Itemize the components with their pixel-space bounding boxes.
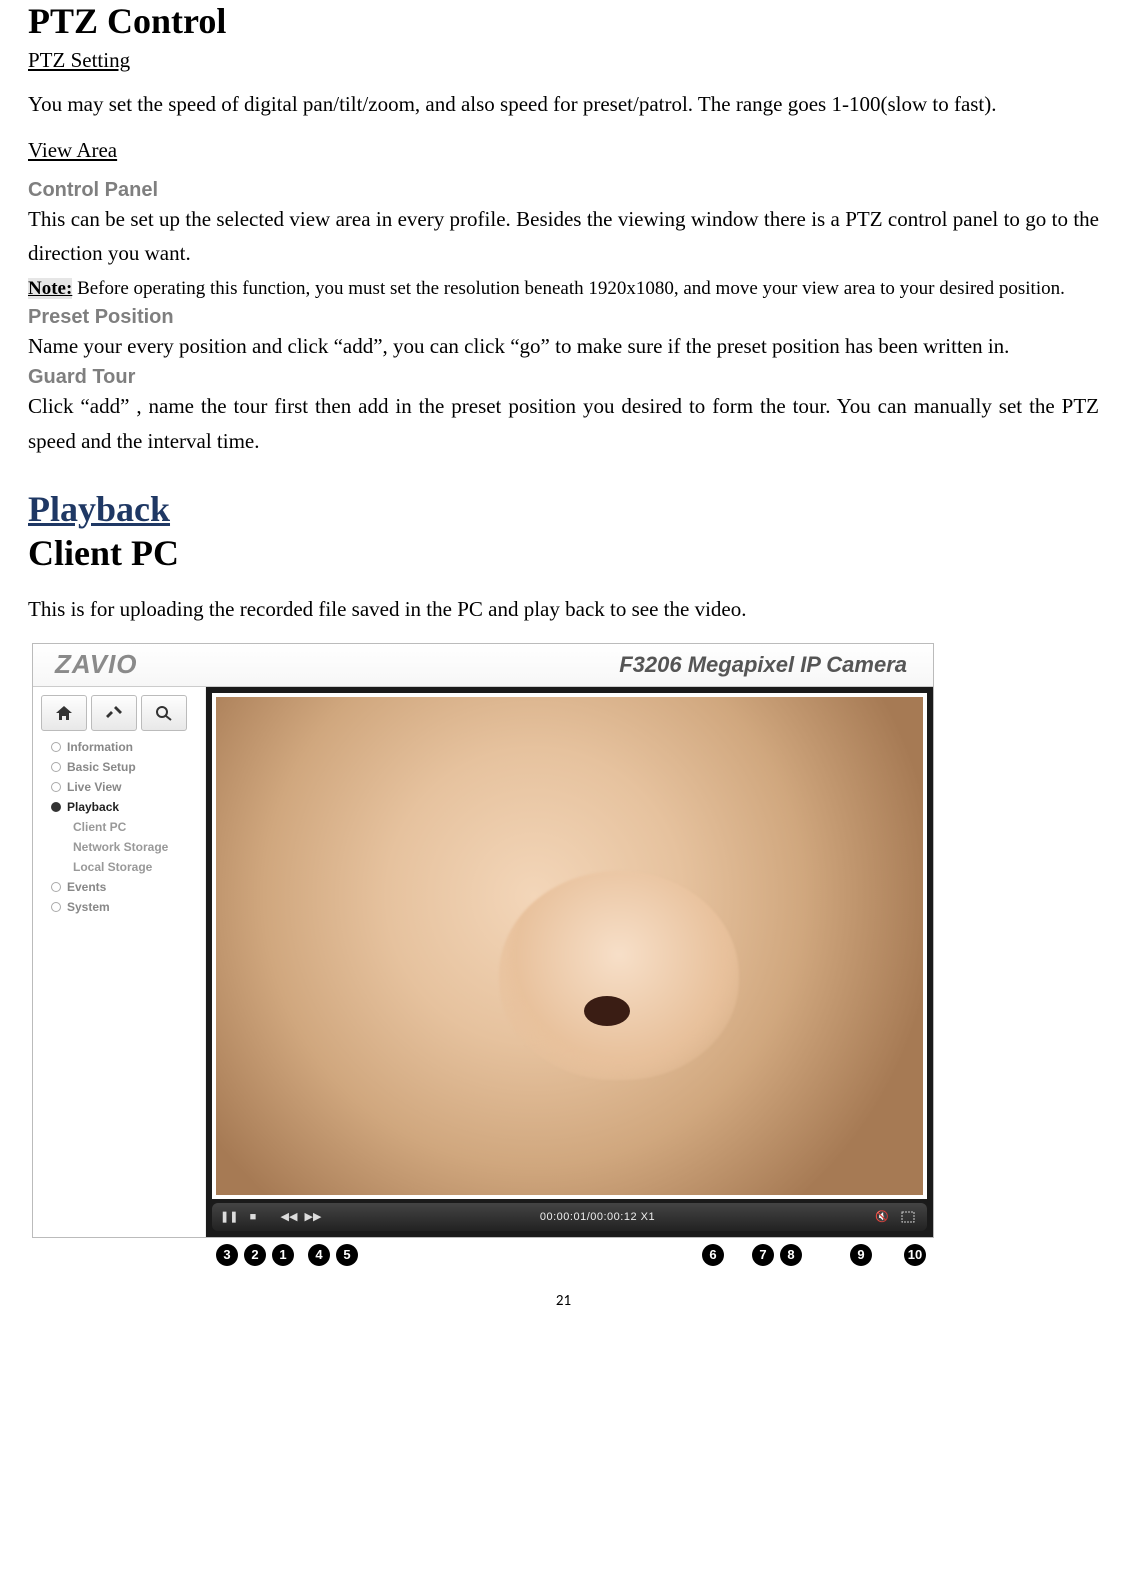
annotation-3: 3 bbox=[216, 1244, 238, 1266]
nav-system[interactable]: System bbox=[33, 897, 205, 917]
nav-label: System bbox=[67, 900, 110, 914]
stop-icon[interactable]: ■ bbox=[244, 1211, 262, 1223]
nav-playback[interactable]: Playback bbox=[33, 797, 205, 817]
figure-header: ZAVIO F3206 Megapixel IP Camera bbox=[33, 644, 933, 687]
nav-live-view[interactable]: Live View bbox=[33, 777, 205, 797]
heading-playback: Playback bbox=[28, 488, 1099, 530]
nav-network-storage[interactable]: Network Storage bbox=[33, 837, 205, 857]
nav-basic-setup[interactable]: Basic Setup bbox=[33, 757, 205, 777]
nav-information[interactable]: Information bbox=[33, 737, 205, 757]
rewind-icon[interactable]: ◀◀ bbox=[280, 1210, 298, 1223]
nav-label: Live View bbox=[67, 780, 121, 794]
nav-label: Playback bbox=[67, 800, 119, 814]
annotation-9: 9 bbox=[850, 1244, 872, 1266]
note-text: Before operating this function, you must… bbox=[72, 278, 1065, 299]
playback-time: 00:00:01/00:00:12 X1 bbox=[328, 1211, 867, 1223]
subheading-preset-position: Preset Position bbox=[28, 306, 1099, 329]
video-panel: ❚❚ ■ ◀◀ ▶▶ 00:00:01/00:00:12 X1 🔇 bbox=[206, 687, 933, 1237]
para-note: Note: Before operating this function, yo… bbox=[28, 273, 1099, 304]
search-icon[interactable] bbox=[141, 695, 187, 731]
link-view-area: View Area bbox=[28, 138, 117, 163]
para-guard: Click “add” , name the tour first then a… bbox=[28, 389, 1099, 458]
brand-logo: ZAVIO bbox=[55, 649, 138, 680]
para-ptz-speed: You may set the speed of digital pan/til… bbox=[28, 87, 1099, 122]
para-client-pc: This is for uploading the recorded file … bbox=[28, 592, 1099, 627]
video-frame bbox=[212, 693, 927, 1199]
note-label: Note: bbox=[28, 278, 72, 299]
forward-icon[interactable]: ▶▶ bbox=[304, 1210, 322, 1223]
annotation-7: 7 bbox=[752, 1244, 774, 1266]
link-ptz-setting: PTZ Setting bbox=[28, 48, 130, 73]
heading-ptz-control: PTZ Control bbox=[28, 0, 1099, 42]
para-preset: Name your every position and click “add”… bbox=[28, 329, 1099, 364]
annotation-6: 6 bbox=[702, 1244, 724, 1266]
pause-icon[interactable]: ❚❚ bbox=[220, 1210, 238, 1223]
annotation-numbers: 3 2 1 4 5 6 7 8 9 10 bbox=[32, 1244, 932, 1266]
nav-label: Events bbox=[67, 880, 106, 894]
camera-title: F3206 Megapixel IP Camera bbox=[619, 652, 915, 678]
home-icon[interactable] bbox=[41, 695, 87, 731]
annotation-5: 5 bbox=[336, 1244, 358, 1266]
annotation-4: 4 bbox=[308, 1244, 330, 1266]
video-content-placeholder bbox=[499, 871, 739, 1080]
subheading-control-panel: Control Panel bbox=[28, 179, 1099, 202]
tools-icon[interactable] bbox=[91, 695, 137, 731]
heading-client-pc: Client PC bbox=[28, 532, 1099, 574]
annotation-10: 10 bbox=[904, 1244, 926, 1266]
subheading-guard-tour: Guard Tour bbox=[28, 366, 1099, 389]
nav-client-pc[interactable]: Client PC bbox=[33, 817, 205, 837]
video-content-placeholder bbox=[584, 996, 630, 1026]
video-canvas bbox=[216, 697, 923, 1195]
playback-controls: ❚❚ ■ ◀◀ ▶▶ 00:00:01/00:00:12 X1 🔇 bbox=[212, 1203, 927, 1231]
mute-icon[interactable]: 🔇 bbox=[873, 1210, 891, 1223]
nav-local-storage[interactable]: Local Storage bbox=[33, 857, 205, 877]
para-control-panel: This can be set up the selected view are… bbox=[28, 202, 1099, 271]
expand-icon[interactable] bbox=[901, 1211, 919, 1223]
sidebar-nav: Information Basic Setup Live View Playba… bbox=[33, 687, 206, 1237]
annotation-1: 1 bbox=[272, 1244, 294, 1266]
page-number: 21 bbox=[28, 1292, 1099, 1310]
nav-label: Basic Setup bbox=[67, 760, 136, 774]
nav-label: Information bbox=[67, 740, 133, 754]
annotation-2: 2 bbox=[244, 1244, 266, 1266]
annotation-8: 8 bbox=[780, 1244, 802, 1266]
playback-ui-figure: ZAVIO F3206 Megapixel IP Camera Informat… bbox=[32, 643, 934, 1238]
nav-events[interactable]: Events bbox=[33, 877, 205, 897]
